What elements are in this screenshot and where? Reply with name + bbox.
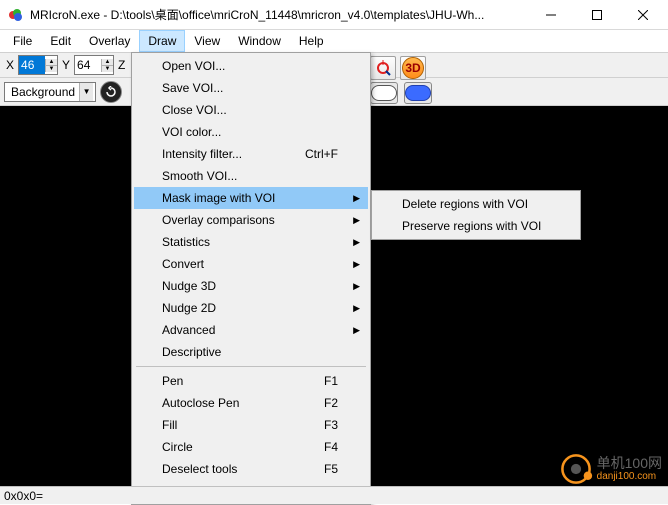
y-input[interactable] bbox=[75, 56, 101, 74]
mi-nudge2d[interactable]: Nudge 2D▶ bbox=[134, 297, 368, 319]
x-label: X bbox=[6, 58, 14, 72]
mi-nudge3d[interactable]: Nudge 3D▶ bbox=[134, 275, 368, 297]
mi-mask-image[interactable]: Mask image with VOI▶ bbox=[134, 187, 368, 209]
app-icon bbox=[8, 7, 24, 23]
watermark-logo-icon bbox=[559, 452, 593, 486]
menu-window[interactable]: Window bbox=[229, 30, 290, 52]
menu-help[interactable]: Help bbox=[290, 30, 333, 52]
tool-crosshair-icon[interactable] bbox=[370, 56, 396, 80]
minimize-button[interactable] bbox=[528, 0, 574, 30]
mi-autoclose-pen[interactable]: Autoclose PenF2 bbox=[134, 392, 368, 414]
x-input[interactable] bbox=[19, 56, 45, 74]
draw-menu: Open VOI... Save VOI... Close VOI... VOI… bbox=[131, 52, 371, 505]
mask-submenu: Delete regions with VOI Preserve regions… bbox=[371, 190, 581, 240]
mi-convert[interactable]: Convert▶ bbox=[134, 253, 368, 275]
status-text: 0x0x0= bbox=[4, 489, 43, 503]
mi-open-voi[interactable]: Open VOI... bbox=[134, 55, 368, 77]
menu-view[interactable]: View bbox=[185, 30, 229, 52]
refresh-icon[interactable] bbox=[100, 81, 122, 103]
y-spinner[interactable]: ▲▼ bbox=[74, 55, 114, 75]
watermark: 单机100网 danji100.com bbox=[559, 452, 662, 486]
menu-edit[interactable]: Edit bbox=[41, 30, 80, 52]
close-button[interactable] bbox=[620, 0, 666, 30]
submenu-arrow-icon: ▶ bbox=[353, 193, 360, 204]
menu-draw[interactable]: Draw bbox=[139, 30, 185, 52]
mi-deselect[interactable]: Deselect toolsF5 bbox=[134, 458, 368, 480]
watermark-line2: danji100.com bbox=[597, 471, 662, 482]
x-down[interactable]: ▼ bbox=[45, 66, 57, 72]
y-label: Y bbox=[62, 58, 70, 72]
pill-button-1[interactable] bbox=[370, 82, 398, 104]
globe-3d-icon: 3D bbox=[402, 57, 424, 79]
mi-statistics[interactable]: Statistics▶ bbox=[134, 231, 368, 253]
status-bar: 0x0x0= bbox=[0, 486, 668, 504]
x-up[interactable]: ▲ bbox=[45, 59, 57, 66]
tool-3d-button[interactable]: 3D bbox=[400, 56, 426, 80]
mi-close-voi[interactable]: Close VOI... bbox=[134, 99, 368, 121]
watermark-line1: 单机100网 bbox=[597, 456, 662, 471]
y-up[interactable]: ▲ bbox=[101, 59, 113, 66]
mi-voi-color[interactable]: VOI color... bbox=[134, 121, 368, 143]
mi-circle[interactable]: CircleF4 bbox=[134, 436, 368, 458]
chevron-down-icon: ▼ bbox=[79, 83, 93, 101]
x-spinner[interactable]: ▲▼ bbox=[18, 55, 58, 75]
title-bar: MRIcroN.exe - D:\tools\桌面\office\mriCroN… bbox=[0, 0, 668, 30]
toolbar-right: 3D bbox=[370, 56, 426, 80]
pill-button-2[interactable] bbox=[404, 82, 432, 104]
mi-smooth-voi[interactable]: Smooth VOI... bbox=[134, 165, 368, 187]
window-title: MRIcroN.exe - D:\tools\桌面\office\mriCroN… bbox=[30, 6, 528, 23]
z-label: Z bbox=[118, 58, 125, 72]
pill-row bbox=[370, 82, 432, 104]
maximize-button[interactable] bbox=[574, 0, 620, 30]
menu-bar: File Edit Overlay Draw View Window Help bbox=[0, 30, 668, 52]
mi-advanced[interactable]: Advanced▶ bbox=[134, 319, 368, 341]
mi-overlay-comparisons[interactable]: Overlay comparisons▶ bbox=[134, 209, 368, 231]
mi-preserve-regions[interactable]: Preserve regions with VOI bbox=[374, 215, 578, 237]
mi-fill[interactable]: FillF3 bbox=[134, 414, 368, 436]
menu-file[interactable]: File bbox=[4, 30, 41, 52]
menu-separator bbox=[136, 366, 366, 367]
colormap-combo[interactable]: Background ▼ bbox=[4, 82, 96, 102]
mi-intensity-filter[interactable]: Intensity filter...Ctrl+F bbox=[134, 143, 368, 165]
mi-save-voi[interactable]: Save VOI... bbox=[134, 77, 368, 99]
menu-overlay[interactable]: Overlay bbox=[80, 30, 139, 52]
y-down[interactable]: ▼ bbox=[101, 66, 113, 72]
mi-descriptive[interactable]: Descriptive bbox=[134, 341, 368, 363]
mi-delete-regions[interactable]: Delete regions with VOI bbox=[374, 193, 578, 215]
mi-pen[interactable]: PenF1 bbox=[134, 370, 368, 392]
colormap-value: Background bbox=[7, 85, 79, 99]
